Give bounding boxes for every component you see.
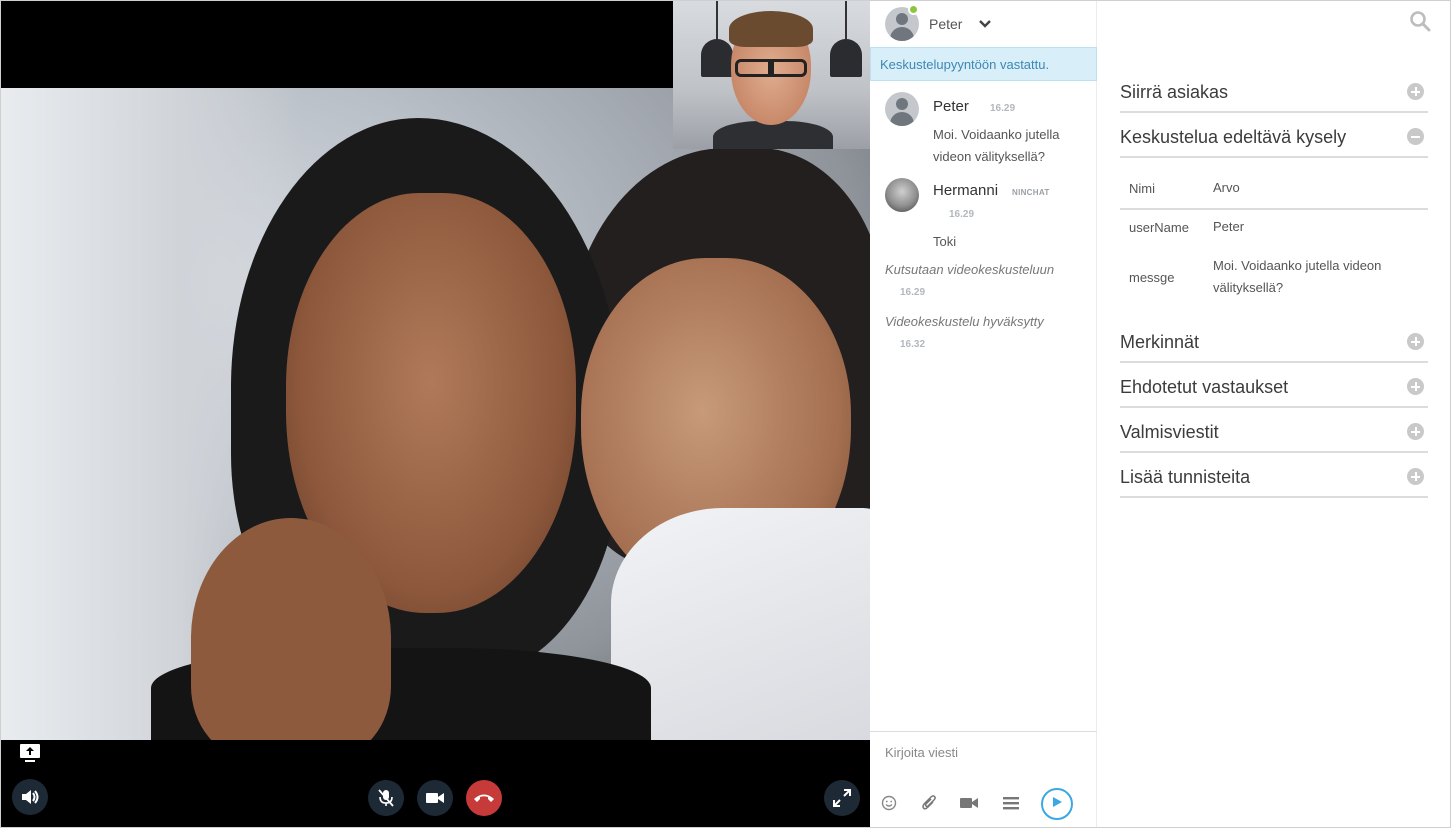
section-pre-chat-survey[interactable]: Keskustelua edeltävä kysely (1120, 114, 1428, 158)
fullscreen-button[interactable] (824, 780, 860, 816)
survey-key: messge (1129, 270, 1175, 285)
sender-name: Peter (933, 98, 969, 115)
mic-off-icon (377, 788, 395, 808)
fullscreen-icon (833, 789, 851, 807)
section-title: Siirrä asiakas (1120, 82, 1229, 102)
system-message: Kutsutaan videokeskusteluun (885, 262, 1055, 277)
emoji-icon[interactable] (878, 792, 900, 814)
message-time: 16.29 (990, 103, 1016, 114)
message-text: Toki (933, 234, 957, 249)
section-transfer-customer[interactable]: Siirrä asiakas (1120, 69, 1428, 113)
hangup-icon (473, 792, 495, 804)
local-video-preview (673, 1, 870, 149)
toggle-camera-button[interactable] (417, 780, 453, 816)
send-icon (1050, 795, 1064, 814)
chat-message: Peter 16.29 Moi. Voidaanko jutella video… (870, 92, 1097, 172)
section-title: Merkinnät (1120, 332, 1200, 352)
survey-value: Peter (1213, 219, 1245, 234)
survey-key: Nimi (1129, 181, 1155, 196)
section-title: Keskustelua edeltävä kysely (1120, 127, 1347, 147)
send-button[interactable] (1041, 788, 1073, 820)
video-call-icon[interactable] (958, 792, 980, 814)
expand-icon (1407, 378, 1424, 395)
chat-notice: Keskustelupyyntöön vastattu. (870, 47, 1097, 81)
hangup-button[interactable] (466, 780, 502, 816)
expand-icon (1407, 423, 1424, 440)
remote-video-stream (1, 88, 870, 740)
screen-share-icon (19, 743, 41, 763)
system-message: Videokeskustelu hyväksytty (885, 314, 1044, 329)
sender-avatar (885, 178, 919, 212)
section-canned-messages[interactable]: Valmisviestit (1120, 409, 1428, 453)
chat-user-name: Peter (929, 16, 963, 32)
online-status-indicator (908, 4, 919, 15)
expand-icon (1407, 468, 1424, 485)
collapse-icon (1407, 128, 1424, 145)
video-camera-icon (425, 791, 445, 805)
chat-panel: Peter Keskustelupyyntöön vastattu. Peter… (870, 1, 1097, 827)
section-add-tags[interactable]: Lisää tunnisteita (1120, 454, 1428, 498)
section-title: Valmisviestit (1120, 422, 1219, 442)
message-composer (870, 731, 1097, 827)
message-time: 16.29 (949, 209, 975, 220)
screen-share-button[interactable] (17, 742, 43, 764)
chevron-down-icon[interactable] (978, 17, 992, 31)
sender-name: Hermanni (933, 182, 999, 199)
chat-message: Hermanni NINCHAT 16.29 Toki (870, 178, 1097, 258)
survey-key: userName (1129, 220, 1189, 235)
system-message-time: 16.32 (900, 339, 926, 350)
section-title: Lisää tunnisteita (1120, 467, 1251, 487)
message-input[interactable] (885, 742, 1085, 762)
expand-icon (1407, 83, 1424, 100)
survey-value: Arvo (1213, 180, 1240, 195)
volume-button[interactable] (12, 779, 48, 815)
attachment-icon[interactable] (918, 792, 940, 814)
video-area (1, 1, 870, 827)
section-suggested-replies[interactable]: Ehdotetut vastaukset (1120, 364, 1428, 408)
section-notes[interactable]: Merkinnät (1120, 319, 1428, 363)
sender-avatar (885, 92, 919, 126)
menu-icon[interactable] (1000, 792, 1022, 814)
system-message-time: 16.29 (900, 287, 926, 298)
section-title: Ehdotetut vastaukset (1120, 377, 1289, 397)
mute-microphone-button[interactable] (368, 780, 404, 816)
message-text: Moi. Voidaanko jutella videon välityksel… (933, 127, 1060, 164)
expand-icon (1407, 333, 1424, 350)
info-panel: Siirrä asiakas Keskustelua edeltävä kyse… (1098, 1, 1450, 827)
search-icon[interactable] (1409, 10, 1431, 32)
volume-icon (20, 788, 40, 806)
chat-header: Peter (870, 1, 1097, 47)
survey-value: Moi. Voidaanko jutella videon välityksel… (1213, 258, 1382, 295)
sender-badge: NINCHAT (1012, 188, 1050, 197)
